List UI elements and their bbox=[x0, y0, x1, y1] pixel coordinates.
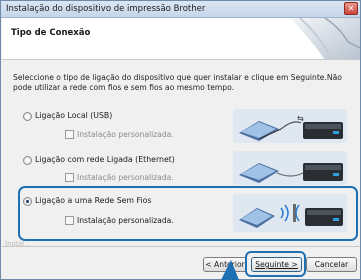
next-button-highlight bbox=[245, 251, 306, 277]
ethernet-icon bbox=[233, 151, 347, 185]
close-icon[interactable]: ✕ bbox=[344, 2, 358, 15]
checkbox-custom-install-ethernet[interactable] bbox=[65, 173, 74, 182]
custom-install-ethernet-label: Instalação personalizada. bbox=[77, 173, 174, 182]
window-title: Instalação do dispositivo de impressão B… bbox=[6, 4, 206, 14]
custom-install-usb-label: Instalação personalizada. bbox=[77, 130, 174, 139]
instructions-text: Seleccione o tipo de ligação do disposit… bbox=[13, 73, 342, 92]
option-ethernet-label[interactable]: Ligação com rede Ligada (Ethernet) bbox=[35, 155, 175, 164]
wireless-option-highlight bbox=[18, 186, 358, 241]
usb-icon: ⇆ bbox=[233, 109, 347, 143]
title-bar: Instalação do dispositivo de impressão B… bbox=[1, 1, 360, 18]
option-usb-label[interactable]: Ligação Local (USB) bbox=[35, 111, 112, 120]
header-decoration bbox=[290, 18, 360, 59]
installer-window: Instalação do dispositivo de impressão B… bbox=[0, 0, 361, 280]
cancel-button[interactable]: Cancelar bbox=[306, 257, 357, 272]
page-title: Tipo de Conexão bbox=[11, 28, 91, 38]
footer-divider bbox=[2, 246, 360, 247]
header-banner: Tipo de Conexão bbox=[2, 18, 360, 60]
arrow-pointer-icon bbox=[221, 260, 239, 280]
svg-text:⇆: ⇆ bbox=[297, 114, 304, 123]
radio-ethernet[interactable] bbox=[23, 156, 32, 165]
radio-usb[interactable] bbox=[23, 112, 32, 121]
checkbox-custom-install-usb[interactable] bbox=[65, 130, 74, 139]
